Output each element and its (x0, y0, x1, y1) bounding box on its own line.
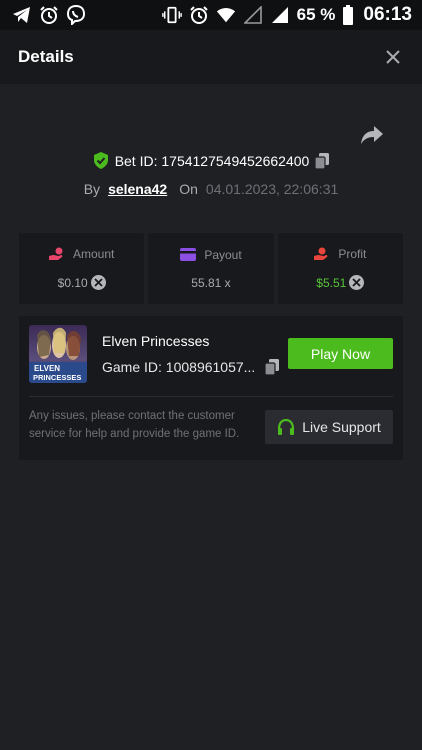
hand-coin-icon (48, 247, 65, 261)
stat-amount-label: Amount (72, 247, 115, 261)
battery-percent: 65 % (296, 5, 336, 24)
by-label: By (83, 181, 101, 197)
game-name[interactable]: Elven Princesses (102, 333, 209, 349)
stat-payout-label-row: Payout (180, 247, 242, 262)
viber-icon (66, 5, 86, 25)
card-icon (180, 248, 197, 261)
details-header: Details (0, 30, 422, 84)
vibrate-icon (161, 5, 182, 25)
stat-profit-value: $5.51 (316, 275, 347, 290)
on-label: On (179, 181, 198, 197)
bet-id: Bet ID: 1754127549452662400 (114, 152, 310, 169)
telegram-icon (12, 5, 32, 25)
wifi-icon (216, 5, 236, 25)
thumb-title-top: ELVEN (34, 364, 60, 373)
support-message: Any issues, please contact the customer … (29, 410, 240, 440)
headset-icon (277, 418, 295, 436)
stat-amount-value: $0.10 (57, 275, 88, 290)
stat-amount-value-row: $0.10 (58, 275, 106, 290)
bet-id-row: Bet ID: 1754127549452662400 (0, 152, 422, 169)
copy-bet-id-icon[interactable] (315, 152, 330, 169)
stat-payout-value: 55.81 x (191, 275, 231, 290)
share-icon[interactable] (360, 124, 384, 146)
battery-icon (342, 5, 354, 25)
stat-profit: Profit $5.51 (277, 233, 403, 304)
stat-profit-label: Profit (338, 247, 367, 261)
signal-empty-icon (243, 5, 263, 25)
stat-amount: Amount $0.10 (19, 233, 145, 304)
copy-game-id-icon[interactable] (265, 359, 280, 375)
stat-payout: Payout 55.81 x (148, 233, 274, 304)
stat-payout-value-row: 55.81 x (191, 276, 230, 290)
page-title: Details (18, 47, 74, 66)
clock: 06:13 (363, 4, 412, 25)
close-icon[interactable] (382, 46, 404, 68)
stat-amount-label-row: Amount (48, 247, 115, 261)
thumb-title-bottom: PRINCESSES (33, 373, 81, 382)
signal-icon (270, 5, 290, 25)
alarm-icon (39, 5, 59, 25)
stat-profit-value-row: $5.51 (316, 275, 365, 290)
username-link[interactable]: selena42 (108, 181, 167, 197)
play-now-button[interactable]: Play Now (288, 338, 393, 369)
live-support-label: Live Support (302, 419, 381, 435)
status-bar-left (12, 5, 86, 25)
bet-meta-row: By selena42 On 04.01.2023, 22:06:31 (0, 181, 422, 197)
x-circle-icon (349, 275, 365, 290)
live-support-button[interactable]: Live Support (265, 410, 393, 444)
game-id-row: Game ID: 1008961057... (102, 359, 280, 375)
alarm-icon (189, 5, 209, 25)
bet-date: 04.01.2023, 22:06:31 (205, 181, 339, 197)
status-bar-right: 65 % 06:13 (161, 4, 412, 26)
game-card: ELVEN PRINCESSES Elven Princesses Game I… (19, 316, 403, 460)
x-circle-icon (90, 275, 106, 290)
divider (29, 396, 393, 397)
hand-profit-icon (314, 247, 330, 261)
game-thumbnail[interactable]: ELVEN PRINCESSES (29, 325, 87, 383)
game-id: Game ID: 1008961057... (102, 359, 256, 375)
stat-profit-label-row: Profit (314, 247, 366, 261)
status-bar: 65 % 06:13 (0, 0, 422, 30)
stat-payout-label: Payout (204, 247, 242, 262)
shield-check-icon (93, 152, 109, 169)
bet-stats: Amount $0.10 Payout 55.81 x Profit $5.51 (19, 233, 403, 304)
